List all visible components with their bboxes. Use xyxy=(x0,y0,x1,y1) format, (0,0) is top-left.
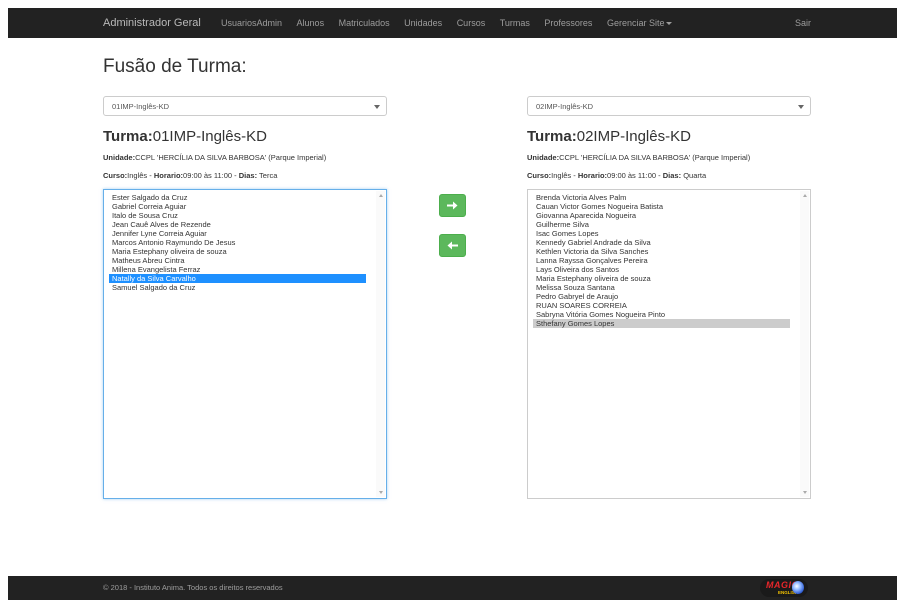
footer-copyright: © 2018 - Instituto Anima. Todos os direi… xyxy=(103,583,283,592)
student-option[interactable]: Ester Salgado da Cruz xyxy=(109,193,366,202)
left-turma-label: Turma: xyxy=(103,128,153,145)
scroll-down-icon[interactable] xyxy=(803,491,807,494)
right-unidade-value: CCPL 'HERCÍLIA DA SILVA BARBOSA' (Parque… xyxy=(559,153,751,162)
nav-item-turmas[interactable]: Turmas xyxy=(500,8,530,38)
right-curso-info: Curso:Inglês - Horario:09:00 às 11:00 - … xyxy=(527,171,706,180)
scroll-up-icon[interactable] xyxy=(379,194,383,197)
nav-item-cursos[interactable]: Cursos xyxy=(457,8,486,38)
chevron-down-icon xyxy=(798,105,804,109)
student-option[interactable]: Guilherme Silva xyxy=(533,220,790,229)
top-navbar: Administrador Geral UsuariosAdmin Alunos… xyxy=(8,8,897,38)
right-students-listbox[interactable]: Brenda Victoria Alves Palm Cauan Victor G… xyxy=(527,189,811,499)
navbar-brand[interactable]: Administrador Geral xyxy=(103,8,201,38)
left-turma-value: 01IMP-Inglês-KD xyxy=(152,128,267,145)
arrow-right-icon xyxy=(447,201,458,210)
right-horario-value: 09:00 às 11:00 - xyxy=(607,171,663,180)
left-turma-select[interactable]: 01IMP-Inglês-KD xyxy=(103,96,387,116)
student-option[interactable]: Brenda Victoria Alves Palm xyxy=(533,193,790,202)
move-left-button[interactable] xyxy=(439,234,466,257)
app-frame: Administrador Geral UsuariosAdmin Alunos… xyxy=(8,8,897,600)
right-turma-heading: Turma:02IMP-Inglês-KD xyxy=(527,128,691,145)
nav-item-usuariosadmin[interactable]: UsuariosAdmin xyxy=(221,8,282,38)
student-option[interactable]: Maria Estephany oliveira de souza xyxy=(109,247,366,256)
student-option[interactable]: Pedro Gabryel de Araujo xyxy=(533,292,790,301)
right-turma-select[interactable]: 02IMP-Inglês-KD xyxy=(527,96,811,116)
student-option[interactable]: Kethlen Victoria da Silva Sanches xyxy=(533,247,790,256)
student-option[interactable]: Sthefany Gomes Lopes xyxy=(533,319,790,328)
right-dias-label: Dias: xyxy=(662,171,682,180)
left-unidade-info: Unidade:CCPL 'HERCÍLIA DA SILVA BARBOSA'… xyxy=(103,153,326,162)
student-option[interactable]: Samuel Salgado da Cruz xyxy=(109,283,366,292)
right-unidade-info: Unidade:CCPL 'HERCÍLIA DA SILVA BARBOSA'… xyxy=(527,153,750,162)
nav-item-alunos[interactable]: Alunos xyxy=(297,8,325,38)
page-title: Fusão de Turma: xyxy=(103,56,247,77)
logout-link[interactable]: Sair xyxy=(795,8,811,38)
right-curso-label: Curso: xyxy=(527,171,552,180)
nav-item-professores[interactable]: Professores xyxy=(544,8,592,38)
student-option[interactable]: Natally da Silva Carvalho xyxy=(109,274,366,283)
scroll-down-icon[interactable] xyxy=(379,491,383,494)
globe-icon xyxy=(792,581,804,594)
left-curso-info: Curso:Inglês - Horario:09:00 às 11:00 - … xyxy=(103,171,277,180)
right-select-value: 02IMP-Inglês-KD xyxy=(536,102,594,111)
navbar-menu: UsuariosAdmin Alunos Matriculados Unidad… xyxy=(221,8,684,38)
chevron-down-icon xyxy=(374,105,380,109)
left-curso-label: Curso: xyxy=(103,171,128,180)
left-horario-label: Horario: xyxy=(153,171,184,180)
right-dias-value: Quarta xyxy=(681,171,707,180)
nav-item-matriculados[interactable]: Matriculados xyxy=(339,8,390,38)
arrow-left-icon xyxy=(447,241,458,250)
nav-item-unidades[interactable]: Unidades xyxy=(404,8,442,38)
student-option[interactable]: Melissa Souza Santana xyxy=(533,283,790,292)
right-horario-label: Horario: xyxy=(577,171,608,180)
left-list-scrollbar[interactable] xyxy=(376,191,385,497)
left-select-value: 01IMP-Inglês-KD xyxy=(112,102,170,111)
student-option[interactable]: Gabriel Correia Aguiar xyxy=(109,202,366,211)
nav-dropdown-gerenciar-site[interactable]: Gerenciar Site xyxy=(607,8,673,38)
left-dias-label: Dias: xyxy=(238,171,258,180)
left-unidade-value: CCPL 'HERCÍLIA DA SILVA BARBOSA' (Parque… xyxy=(135,153,327,162)
student-option[interactable]: Isac Gomes Lopes xyxy=(533,229,790,238)
student-option[interactable]: Maria Estephany oliveira de souza xyxy=(533,274,790,283)
student-option[interactable]: Giovanna Aparecida Nogueira xyxy=(533,211,790,220)
student-option[interactable]: Italo de Sousa Cruz xyxy=(109,211,366,220)
magic-english-logo: MAGIC ENGLISH xyxy=(760,579,808,597)
student-option[interactable]: Cauan Victor Gomes Nogueira Batista xyxy=(533,202,790,211)
nav-dropdown-label: Gerenciar Site xyxy=(606,18,665,28)
move-right-button[interactable] xyxy=(439,194,466,217)
student-option[interactable]: RUAN SOARES CORREIA xyxy=(533,301,790,310)
student-option[interactable]: Millena Evangelista Ferraz xyxy=(109,265,366,274)
student-option[interactable]: Sabryna Vitória Gomes Nogueira Pinto xyxy=(533,310,790,319)
student-option[interactable]: Lanna Rayssa Gonçalves Pereira xyxy=(533,256,790,265)
student-option[interactable]: Jennifer Lyne Correia Aguiar xyxy=(109,229,366,238)
scroll-up-icon[interactable] xyxy=(803,194,807,197)
page-footer: © 2018 - Instituto Anima. Todos os direi… xyxy=(8,576,897,600)
right-unidade-label: Unidade: xyxy=(527,153,560,162)
left-curso-value: Inglês - xyxy=(127,171,154,180)
right-list-scrollbar[interactable] xyxy=(800,191,809,497)
student-option[interactable]: Jean Cauê Alves de Rezende xyxy=(109,220,366,229)
left-students-listbox[interactable]: Ester Salgado da Cruz Gabriel Correia Agu… xyxy=(103,189,387,499)
student-option[interactable]: Kennedy Gabriel Andrade da Silva xyxy=(533,238,790,247)
right-turma-label: Turma: xyxy=(527,128,577,145)
student-option[interactable]: Matheus Abreu Cintra xyxy=(109,256,366,265)
student-option[interactable]: Marcos Antonio Raymundo De Jesus xyxy=(109,238,366,247)
right-turma-value: 02IMP-Inglês-KD xyxy=(576,128,691,145)
left-unidade-label: Unidade: xyxy=(103,153,136,162)
left-horario-value: 09:00 às 11:00 - xyxy=(183,171,239,180)
student-option[interactable]: Lays Oliveira dos Santos xyxy=(533,265,790,274)
caret-down-icon xyxy=(666,22,673,26)
left-turma-heading: Turma:01IMP-Inglês-KD xyxy=(103,128,267,145)
left-dias-value: Terca xyxy=(257,171,278,180)
right-curso-value: Inglês - xyxy=(551,171,578,180)
